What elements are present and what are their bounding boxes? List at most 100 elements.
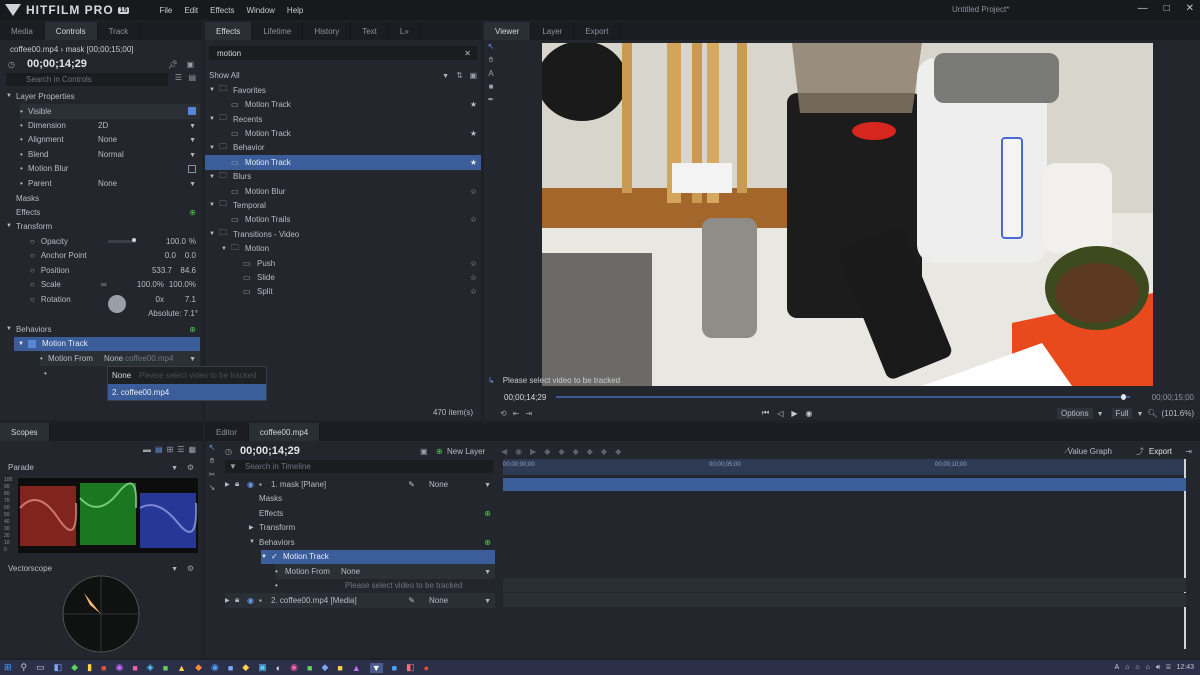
- timeline-search[interactable]: ▼ Search in Timeline: [225, 460, 493, 473]
- effects-folder[interactable]: ▼ 🗀︎ Blurs: [205, 169, 481, 184]
- taskbar-app-icon[interactable]: ◆: [242, 662, 249, 673]
- select-tool-icon[interactable]: ↖: [209, 443, 216, 452]
- timeline-row-group[interactable]: Effects ⊕: [225, 506, 495, 521]
- position-x-value[interactable]: 533.7: [152, 266, 172, 275]
- favorite-star-icon[interactable]: ☆: [470, 215, 477, 224]
- expand-arrow-icon[interactable]: ▼: [261, 554, 271, 560]
- mask-clip[interactable]: [503, 478, 1186, 491]
- timeline-row-group[interactable]: Masks: [225, 492, 495, 507]
- motion-track-checkbox[interactable]: [27, 339, 36, 348]
- controls-search[interactable]: Search in Controls: [6, 73, 168, 86]
- menu-edit[interactable]: Edit: [184, 6, 198, 15]
- behaviors-group[interactable]: ▼ Behaviors ⊕: [0, 322, 202, 337]
- visibility-icon[interactable]: ◉: [247, 480, 259, 489]
- razor-tool-icon[interactable]: ↘: [209, 483, 216, 492]
- behaviors-arrow-icon[interactable]: ▼: [6, 326, 12, 332]
- solo-box[interactable]: ▪: [259, 596, 271, 605]
- favorite-star-icon[interactable]: ☆: [470, 273, 477, 282]
- menu-effects[interactable]: Effects: [210, 6, 234, 15]
- taskbar-app-icon[interactable]: ■: [101, 663, 106, 673]
- timeline-row-group[interactable]: ▶ Transform: [225, 521, 495, 536]
- close-icon[interactable]: ✕: [1186, 3, 1194, 14]
- pen-icon[interactable]: ✎: [408, 596, 415, 605]
- favorite-star-icon[interactable]: ☆: [470, 187, 477, 196]
- tab-editor[interactable]: Editor: [205, 423, 249, 441]
- visible-checkbox[interactable]: [188, 107, 196, 116]
- taskbar-app-icon[interactable]: ◆: [195, 662, 202, 673]
- effects-folder[interactable]: ▼ 🗀︎ Transitions - Video: [205, 227, 481, 242]
- add-behavior-icon[interactable]: ⊕: [189, 325, 196, 334]
- effects-folder[interactable]: ▼ 🗀︎ Motion: [205, 241, 481, 256]
- pin-icon[interactable]: 📌︎: [168, 60, 178, 69]
- add-icon[interactable]: ⊕: [484, 538, 491, 547]
- effect-item[interactable]: ▭ Motion Track ★: [205, 126, 481, 141]
- tab-history[interactable]: History: [303, 22, 352, 40]
- show-all-select[interactable]: Show All: [209, 71, 240, 80]
- taskbar-app-icon[interactable]: ■: [337, 663, 342, 673]
- blend-select[interactable]: Normal: [98, 150, 124, 159]
- loop-icon[interactable]: ⟲: [500, 409, 507, 418]
- shape-tool-icon[interactable]: ■: [489, 82, 494, 91]
- transform-arrow-icon[interactable]: ▼: [6, 223, 12, 229]
- expand-arrow-icon[interactable]: ▶: [225, 481, 235, 488]
- effect-item[interactable]: ▭ Motion Blur ☆: [205, 184, 481, 199]
- alignment-select[interactable]: None: [98, 135, 117, 144]
- taskbar-app-icon[interactable]: ■: [132, 663, 137, 673]
- parent-select[interactable]: None: [429, 480, 448, 489]
- motion-track-arrow-icon[interactable]: ▼: [18, 341, 24, 347]
- masks-group[interactable]: Masks: [0, 191, 202, 206]
- tab-effects[interactable]: Effects: [205, 22, 253, 40]
- value-graph-button[interactable]: Value Graph: [1068, 447, 1112, 456]
- taskbar-app-icon[interactable]: ◈: [147, 662, 154, 673]
- taskbar-hitfilm-icon[interactable]: ▼: [369, 662, 383, 673]
- collapse-arrow-icon[interactable]: ▼: [6, 93, 12, 99]
- dropdown-option-none[interactable]: None Please select video to be tracked: [108, 368, 266, 383]
- taskbar-app-icon[interactable]: ◉: [115, 662, 123, 673]
- add-effect-icon[interactable]: ⊕: [189, 208, 196, 217]
- keyframe-toggle-icon[interactable]: ○: [30, 280, 35, 289]
- link-icon[interactable]: ∞: [101, 280, 107, 289]
- parent-select[interactable]: None: [98, 179, 117, 188]
- keyframe-toggle-icon[interactable]: ○: [30, 266, 35, 275]
- hand-tool-icon[interactable]: ✋︎: [210, 456, 215, 466]
- menu-help[interactable]: Help: [287, 6, 303, 15]
- pen-icon[interactable]: ✎: [408, 480, 415, 489]
- taskbar-app-icon[interactable]: ■: [228, 663, 233, 673]
- search-icon[interactable]: ⚲: [21, 662, 28, 673]
- controls-timecode[interactable]: 00;00;14;29: [27, 58, 87, 70]
- expand-arrow-icon[interactable]: ▼: [209, 202, 219, 208]
- favorite-star-icon[interactable]: ★: [470, 129, 477, 138]
- favorite-star-icon[interactable]: ★: [470, 100, 477, 109]
- keyframe-toggle-icon[interactable]: ○: [30, 237, 35, 246]
- transform-group[interactable]: ▼ Transform: [0, 219, 202, 234]
- timeline-row-prop[interactable]: • Motion From None: [275, 564, 495, 579]
- effects-group[interactable]: Effects ⊕: [0, 205, 202, 220]
- tray-icon[interactable]: ⌂: [1125, 664, 1129, 671]
- dimension-select[interactable]: 2D: [98, 121, 108, 130]
- clear-search-icon[interactable]: ✕: [464, 49, 471, 58]
- expand-arrow-icon[interactable]: ▼: [209, 87, 219, 93]
- anchor-y-value[interactable]: 0.0: [185, 251, 196, 260]
- rotation-dial[interactable]: [108, 295, 126, 313]
- taskbar-app-icon[interactable]: ▣: [258, 662, 267, 673]
- options-button[interactable]: Options: [1057, 407, 1093, 419]
- play-icon[interactable]: ▶: [791, 409, 797, 418]
- new-layer-icon[interactable]: ⊕: [436, 447, 443, 456]
- favorite-star-icon[interactable]: ★: [470, 158, 477, 167]
- grid-view-icon[interactable]: ▤: [188, 73, 196, 82]
- parade-settings-icon[interactable]: ⚙︎: [187, 463, 194, 472]
- effects-folder[interactable]: ▼ 🗀︎ Favorites: [205, 83, 481, 98]
- taskbar-app-icon[interactable]: ◉: [211, 662, 219, 673]
- motion-track-behavior[interactable]: ▼ Motion Track: [14, 336, 200, 351]
- list-view-icon[interactable]: ☰: [175, 73, 182, 82]
- timeline-row-group[interactable]: ▼ Behaviors ⊕: [225, 535, 495, 550]
- effect-item[interactable]: ▭ Push ☆: [205, 256, 481, 271]
- keyframe-toggle-icon[interactable]: ○: [30, 295, 35, 304]
- zoom-icon[interactable]: 🔍︎: [1147, 409, 1157, 418]
- tab-lifetime[interactable]: Lifetime: [252, 22, 304, 40]
- effects-folder[interactable]: ▼ 🗀︎ Recents: [205, 112, 481, 127]
- add-keyframe-icon[interactable]: ◉: [515, 447, 522, 456]
- taskbar-app-icon[interactable]: ◉: [290, 662, 298, 673]
- layout-list-icon[interactable]: ☰: [177, 445, 184, 454]
- keyframe-toggle-icon[interactable]: ○: [30, 251, 35, 260]
